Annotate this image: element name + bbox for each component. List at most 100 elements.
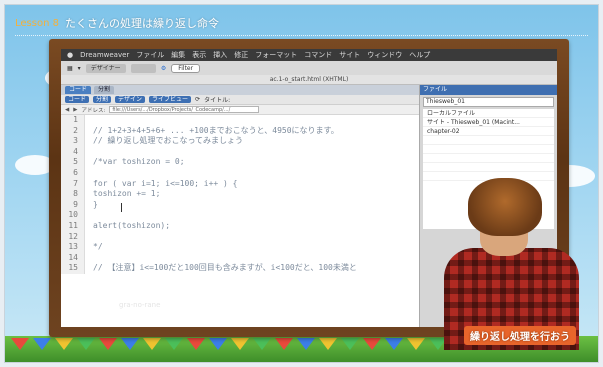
flag: [143, 338, 161, 350]
code-editor: コード 分割 コード 分割 デザイン ライブビュー ⟳ タイトル: ◀ ▶ アド…: [61, 85, 419, 327]
flag: [165, 338, 183, 350]
filter-button[interactable]: Filter: [171, 63, 201, 73]
settings-icon[interactable]: ⚙: [161, 65, 166, 72]
line-number: 10: [61, 210, 85, 221]
code-line: 9}: [61, 199, 419, 211]
line-number: 11: [61, 220, 85, 232]
flag: [99, 338, 117, 350]
menu-item[interactable]: 表示: [192, 50, 206, 60]
back-icon[interactable]: ◀: [65, 107, 69, 113]
flag: [363, 338, 381, 350]
code-line: 6: [61, 167, 419, 179]
split-view-button[interactable]: 分割: [93, 96, 112, 103]
address-input[interactable]: file:///Users/.../Dropbox/Projects/_Code…: [109, 106, 260, 113]
code-line: 1: [61, 115, 419, 126]
line-number: 15: [61, 263, 85, 274]
line-number: 13: [61, 242, 85, 253]
site-select[interactable]: Thiesweb_01: [423, 97, 554, 107]
line-number: 5: [61, 157, 85, 168]
tree-row[interactable]: サイト - Thiesweb_01 (Macint...: [423, 118, 554, 127]
code-line: 4: [61, 146, 419, 158]
code-text: toshizon += 1;: [93, 189, 161, 199]
menu-item[interactable]: ヘルプ: [409, 50, 430, 60]
code-text: }: [93, 199, 98, 209]
menu-item[interactable]: ウィンドウ: [367, 50, 402, 60]
design-view-button[interactable]: デザイン: [115, 96, 146, 103]
forward-icon[interactable]: ▶: [73, 107, 77, 113]
workspace-switcher[interactable]: デザイナー: [85, 63, 126, 73]
app-menubar: ● Dreamweaver ファイル 編集 表示 挿入 修正 フォーマット コマ…: [61, 49, 557, 61]
line-number: 14: [61, 252, 85, 264]
presenter: [434, 170, 584, 350]
tab-code[interactable]: コード: [65, 86, 92, 94]
flag: [121, 338, 139, 350]
flag: [231, 338, 249, 350]
chevron-down-icon[interactable]: ▾: [78, 65, 81, 72]
code-line: 13 */: [61, 242, 419, 253]
menu-item[interactable]: 編集: [171, 50, 185, 60]
tab-split[interactable]: 分割: [94, 86, 115, 94]
search-field[interactable]: [130, 63, 156, 73]
lesson-title: たくさんの処理は繰り返し命令: [64, 17, 219, 30]
tree-row[interactable]: chapter-02: [423, 127, 554, 136]
menu-item[interactable]: 挿入: [213, 50, 227, 60]
flag: [385, 338, 403, 350]
code-line: 5 /*var toshizon = 0;: [61, 157, 419, 168]
code-text: // 1+2+3+4+5+6+ ... +100までおこなうと、4950になりま…: [93, 125, 339, 135]
line-number: 12: [61, 231, 85, 243]
code-line: 2 // 1+2+3+4+5+6+ ... +100までおこなうと、4950になり…: [61, 125, 419, 137]
line-number: 7: [61, 178, 85, 190]
line-number: 6: [61, 167, 85, 179]
code-line: 11 alert(toshizon);: [61, 220, 419, 232]
code-view-button[interactable]: コード: [65, 96, 90, 103]
line-number: 8: [61, 189, 85, 200]
files-panel-header: ファイル: [420, 85, 557, 95]
menu-item[interactable]: Dreamweaver: [80, 51, 129, 59]
presenter-hair: [468, 178, 542, 236]
code-line: 8 toshizon += 1;: [61, 189, 419, 200]
code-line: 7 for ( var i=1; i<=100; i++ ) {: [61, 178, 419, 190]
apple-icon[interactable]: ●: [67, 51, 73, 59]
flag: [275, 338, 293, 350]
line-number: 1: [61, 115, 85, 126]
menu-item[interactable]: 修正: [234, 50, 248, 60]
code-text: alert(toshizon);: [93, 220, 171, 230]
app-toolbar: ▦ ▾ デザイナー ⚙ Filter: [61, 61, 557, 75]
code-line: 14: [61, 252, 419, 264]
flag: [33, 338, 51, 350]
flag: [209, 338, 227, 350]
flag: [55, 338, 73, 350]
code-area[interactable]: 1 2 // 1+2+3+4+5+6+ ... +100までおこなうと、4950に…: [61, 115, 419, 327]
code-text: for ( var i=1; i<=100; i++ ) {: [93, 178, 238, 188]
tree-row[interactable]: [423, 154, 554, 163]
view-bar: コード 分割 デザイン ライブビュー ⟳ タイトル:: [61, 95, 419, 105]
tree-row[interactable]: [423, 136, 554, 145]
code-line: 3 // 繰り返し処理でおこなってみましょう: [61, 136, 419, 147]
document-tabs: コード 分割: [61, 85, 419, 95]
subtitle-caption: 繰り返し処理を行おう: [464, 326, 576, 345]
line-number: 4: [61, 146, 85, 158]
flag: [187, 338, 205, 350]
refresh-icon[interactable]: ⟳: [195, 96, 200, 103]
code-line: 12: [61, 231, 419, 243]
code-text: /*var toshizon = 0;: [93, 157, 185, 167]
tree-row[interactable]: [423, 145, 554, 154]
code-text: // 【注意】i<=100だと100回目も含みますが、i<100だと、100未満…: [93, 263, 357, 273]
menu-item[interactable]: フォーマット: [255, 50, 297, 60]
code-text: // 繰り返し処理でおこなってみましょう: [93, 136, 244, 146]
code-text: */: [93, 242, 103, 252]
lesson-header: Lesson 8 たくさんの処理は繰り返し命令: [15, 13, 588, 33]
layout-icon[interactable]: ▦: [67, 65, 73, 72]
line-number: 9: [61, 199, 85, 211]
menu-item[interactable]: サイト: [339, 50, 360, 60]
flag: [407, 338, 425, 350]
menu-item[interactable]: ファイル: [136, 50, 164, 60]
live-view-button[interactable]: ライブビュー: [149, 96, 192, 103]
code-line: 15 // 【注意】i<=100だと100回目も含みますが、i<100だと、100…: [61, 263, 419, 274]
menu-item[interactable]: コマンド: [304, 50, 332, 60]
tree-row[interactable]: ローカルファイル: [423, 109, 554, 118]
